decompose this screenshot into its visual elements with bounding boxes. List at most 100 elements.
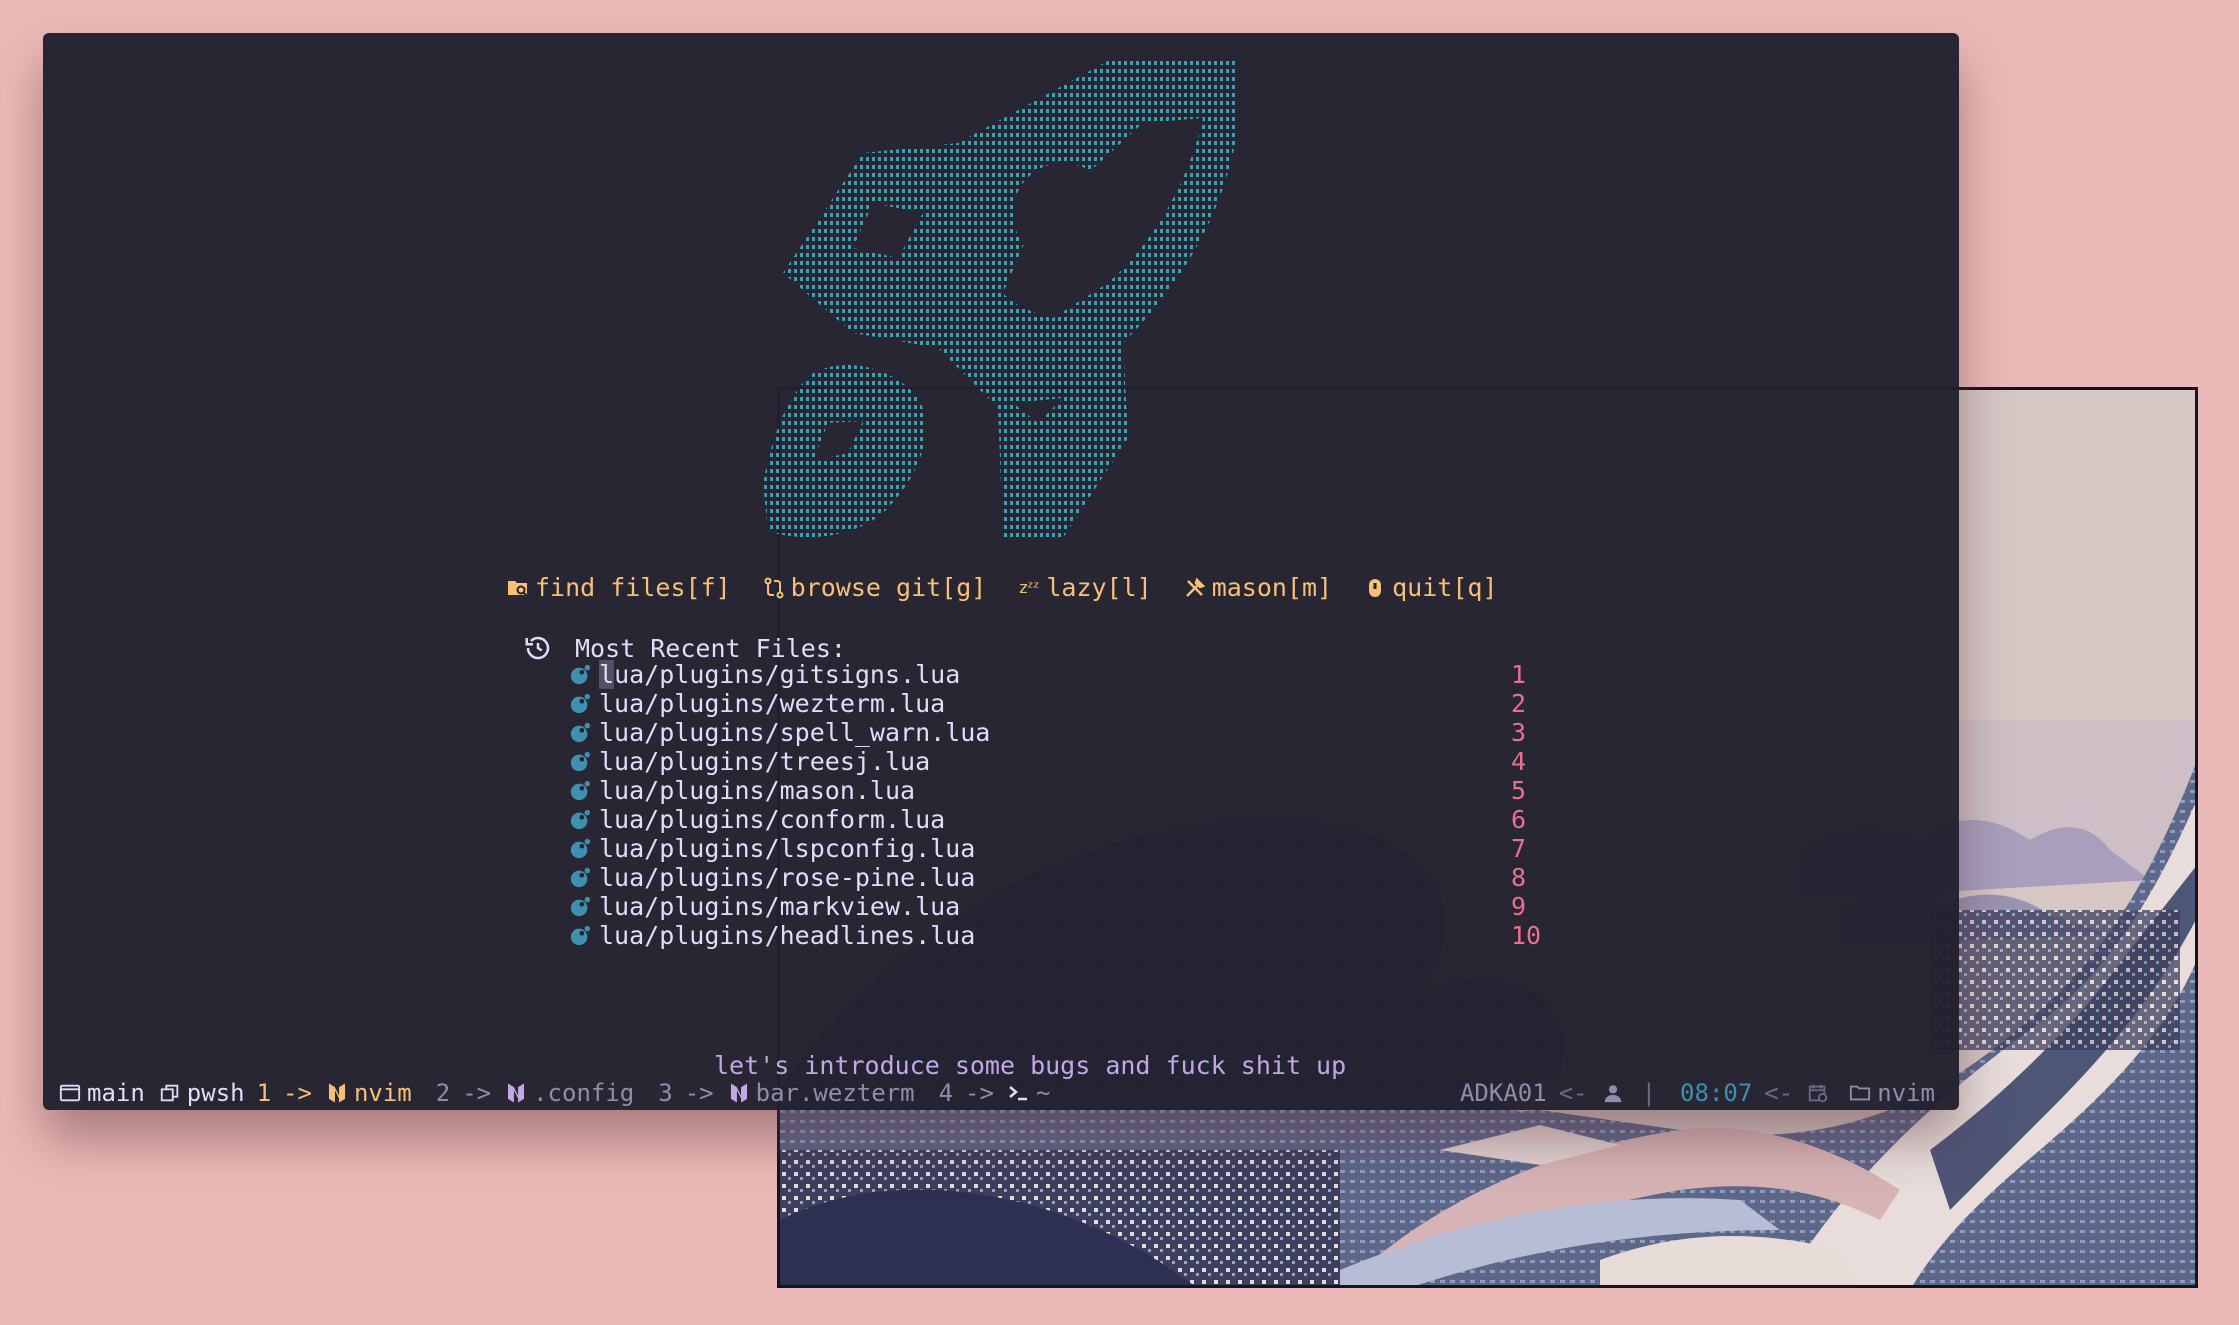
recent-file-item[interactable]: lua/plugins/rose-pine.lua 8 <box>567 863 1547 892</box>
workspace-name: main <box>87 1079 145 1107</box>
status-left: main pwsh 1 -> nvim 2 -> .config 3 -> ba… <box>57 1079 1050 1107</box>
lua-file-icon <box>567 807 593 833</box>
recent-file-path: lua/plugins/rose-pine.lua <box>599 863 976 892</box>
recent-file-item[interactable]: lua/plugins/headlines.lua 10 <box>567 921 1547 950</box>
power-icon <box>1362 575 1388 601</box>
workspace-window-icon <box>57 1080 83 1106</box>
recent-file-key: 5 <box>1511 776 1527 805</box>
user-icon <box>1600 1080 1626 1106</box>
recent-file-path: lua/plugins/wezterm.lua <box>599 689 946 718</box>
recent-file-item[interactable]: lua/plugins/conform.lua 6 <box>567 805 1547 834</box>
tab-4-title: bar.wezterm <box>755 1079 915 1107</box>
lazy-button[interactable]: zᶻᶻ lazy[l] <box>1016 573 1151 602</box>
browse-git-button[interactable]: browse git[g] <box>761 573 987 602</box>
git-compare-icon <box>761 575 787 601</box>
quit-label: quit[q] <box>1392 573 1498 602</box>
recent-file-item[interactable]: lua/plugins/lspconfig.lua 7 <box>567 834 1547 863</box>
tab-4-arrow: -> <box>965 1079 994 1107</box>
recent-file-item[interactable]: lua/plugins/markview.lua 9 <box>567 892 1547 921</box>
time-arrow: <- <box>1764 1079 1794 1107</box>
tab-2-arrow: -> <box>462 1079 492 1107</box>
wezterm-status-bar: main pwsh 1 -> nvim 2 -> .config 3 -> ba… <box>43 1076 1959 1110</box>
folder-icon <box>1847 1080 1873 1106</box>
recent-file-path: lua/plugins/markview.lua <box>599 892 961 921</box>
find-files-label: find files[f] <box>535 573 731 602</box>
clock-time: 08:07 <box>1680 1079 1753 1107</box>
neovim-icon <box>324 1080 350 1106</box>
neovim-icon <box>726 1080 752 1106</box>
recent-file-path: lua/plugins/treesj.lua <box>599 747 931 776</box>
status-right: ADKA01 <- | 08:07 <- nvim <box>1460 1079 1935 1107</box>
tab-1-title: pwsh <box>186 1079 245 1107</box>
tab-2-title: nvim <box>353 1079 412 1107</box>
recent-file-item[interactable]: lua/plugins/mason.lua 5 <box>567 776 1547 805</box>
tab-4-index: 4 <box>938 1079 954 1107</box>
tab-1-arrow: -> <box>283 1079 312 1107</box>
terminal-prompt-icon <box>1006 1080 1032 1106</box>
find-files-button[interactable]: find files[f] <box>505 573 731 602</box>
lua-file-icon <box>567 691 593 717</box>
mason-label: mason[m] <box>1211 573 1333 602</box>
calendar-clock-icon <box>1805 1080 1831 1106</box>
recent-file-path: lua/plugins/mason.lua <box>599 776 916 805</box>
sleep-zzz-icon: zᶻᶻ <box>1019 578 1040 597</box>
recent-file-key: 4 <box>1511 747 1527 776</box>
recent-file-path: lua/plugins/spell_warn.lua <box>599 718 991 747</box>
recent-file-item[interactable]: lua/plugins/treesj.lua 4 <box>567 747 1547 776</box>
lua-file-icon <box>567 865 593 891</box>
recent-file-path: lua/plugins/lspconfig.lua <box>599 834 976 863</box>
lua-file-icon <box>567 778 593 804</box>
terminal-window: find files[f] browse git[g] zᶻᶻ lazy[l] … <box>43 33 1959 1110</box>
lua-file-icon <box>567 836 593 862</box>
recent-file-path: lua/plugins/gitsigns.lua <box>599 660 960 689</box>
recent-file-key: 9 <box>1511 892 1527 921</box>
recent-file-key: 7 <box>1511 834 1527 863</box>
lazy-label: lazy[l] <box>1046 573 1152 602</box>
tab-4[interactable]: bar.wezterm 4 -> <box>726 1079 1006 1107</box>
status-separator: | <box>1641 1079 1657 1107</box>
lua-file-icon <box>567 923 593 949</box>
tools-icon <box>1182 575 1208 601</box>
lua-file-icon <box>567 720 593 746</box>
recent-file-key: 6 <box>1511 805 1527 834</box>
host-arrow: <- <box>1558 1079 1588 1107</box>
folder-search-icon <box>505 575 531 601</box>
dashboard-shortcuts: find files[f] browse git[g] zᶻᶻ lazy[l] … <box>505 573 1527 602</box>
lua-file-icon <box>567 662 593 688</box>
mason-button[interactable]: mason[m] <box>1182 573 1332 602</box>
recent-file-key: 1 <box>1511 660 1527 689</box>
recent-file-key: 8 <box>1511 863 1527 892</box>
tab-2-index: 2 <box>435 1079 451 1107</box>
lua-file-icon <box>567 749 593 775</box>
recent-file-key: 10 <box>1511 921 1542 950</box>
text-cursor: l <box>599 660 615 689</box>
window-restore-icon <box>157 1080 183 1106</box>
tab-3-index: 3 <box>658 1079 673 1107</box>
recent-files-title: Most Recent Files: <box>575 633 846 663</box>
hostname: ADKA01 <box>1459 1079 1547 1107</box>
tab-1-index: 1 <box>256 1079 272 1107</box>
recent-file-path-rest: ua/plugins/gitsigns.lua <box>614 660 961 689</box>
recent-file-item[interactable]: lua/plugins/gitsigns.lua 1 <box>567 660 1547 689</box>
tab-5-title: ~ <box>1035 1079 1051 1107</box>
recent-file-key: 3 <box>1511 718 1527 747</box>
recent-file-path: lua/plugins/conform.lua <box>599 805 946 834</box>
recent-file-path: lua/plugins/headlines.lua <box>599 921 976 950</box>
tab-2[interactable]: nvim 2 -> <box>324 1079 503 1107</box>
recent-files-list: lua/plugins/gitsigns.lua 1 lua/plugins/w… <box>567 660 1547 950</box>
tab-1[interactable]: pwsh 1 -> <box>157 1079 324 1107</box>
recent-file-item[interactable]: lua/plugins/spell_warn.lua 3 <box>567 718 1547 747</box>
tab-3-title: .config <box>533 1079 635 1107</box>
rocket-logo-art <box>733 43 1253 563</box>
tab-5[interactable]: ~ <box>1006 1079 1050 1107</box>
browse-git-label: browse git[g] <box>790 573 987 602</box>
tab-3[interactable]: .config 3 -> <box>503 1079 726 1107</box>
neovim-icon <box>503 1080 529 1106</box>
recent-file-item[interactable]: lua/plugins/wezterm.lua 2 <box>567 689 1547 718</box>
lua-file-icon <box>567 894 593 920</box>
history-icon <box>521 631 555 665</box>
recent-file-key: 2 <box>1511 689 1527 718</box>
quit-button[interactable]: quit[q] <box>1362 573 1497 602</box>
tab-3-arrow: -> <box>684 1079 714 1107</box>
current-directory: nvim <box>1877 1079 1935 1107</box>
